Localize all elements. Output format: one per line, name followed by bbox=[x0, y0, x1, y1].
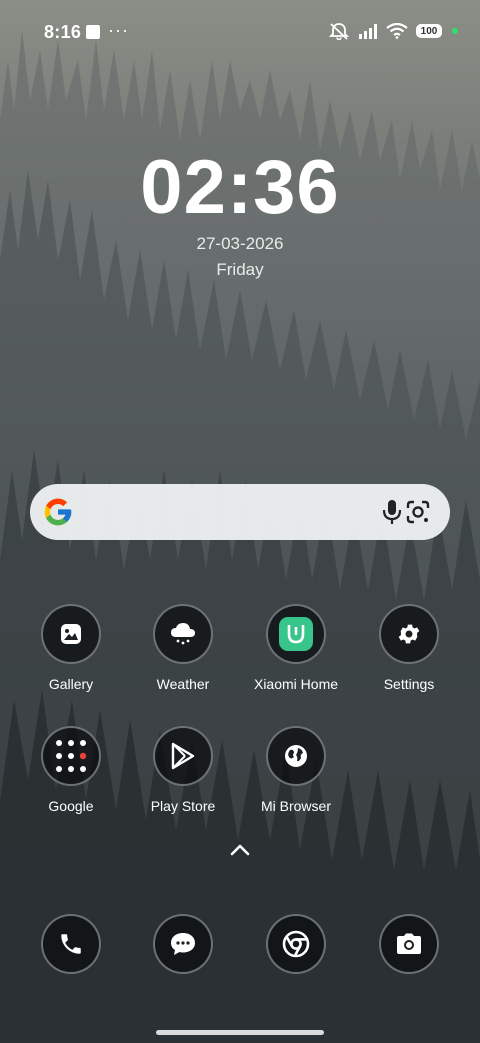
globe-icon bbox=[266, 726, 326, 786]
silent-bell-icon bbox=[328, 23, 350, 40]
status-time: 8:16 bbox=[44, 22, 82, 42]
gesture-navigation-bar[interactable] bbox=[156, 1030, 324, 1035]
status-bar: 8:16 ··· 100 bbox=[0, 0, 480, 64]
weather-icon bbox=[153, 604, 213, 664]
app-drawer-chevron-up-icon[interactable] bbox=[229, 842, 251, 858]
app-label: Settings bbox=[383, 676, 435, 692]
app-label: Mi Browser bbox=[260, 798, 331, 814]
xiaomi-home-icon bbox=[266, 604, 326, 664]
app-weather[interactable]: Weather bbox=[128, 604, 238, 692]
gear-icon bbox=[379, 604, 439, 664]
clock-widget[interactable]: 02:36 27-03-2026 Friday bbox=[0, 148, 480, 280]
app-settings[interactable]: Settings bbox=[354, 604, 464, 692]
messages-icon bbox=[153, 914, 213, 974]
dock-camera[interactable] bbox=[354, 914, 464, 974]
camera-icon bbox=[379, 914, 439, 974]
more-notifications-icon: ··· bbox=[108, 20, 129, 40]
google-folder-icon bbox=[41, 726, 101, 786]
app-mi-browser[interactable]: Mi Browser bbox=[241, 726, 351, 814]
app-label: Google bbox=[48, 798, 94, 814]
app-label: Gallery bbox=[48, 676, 94, 692]
clock-date: 27-03-2026 bbox=[196, 234, 284, 253]
phone-icon bbox=[41, 914, 101, 974]
status-icons: 100 bbox=[328, 22, 458, 40]
chrome-icon bbox=[266, 914, 326, 974]
app-label: Play Store bbox=[150, 798, 216, 814]
dock-phone[interactable] bbox=[16, 914, 126, 974]
notification-square-icon bbox=[86, 25, 100, 39]
privacy-indicator-dot bbox=[452, 28, 458, 34]
app-label: Xiaomi Home bbox=[253, 676, 339, 692]
gallery-icon bbox=[41, 604, 101, 664]
play-store-icon bbox=[153, 726, 213, 786]
app-label: Weather bbox=[156, 676, 210, 692]
dock-messages[interactable] bbox=[128, 914, 238, 974]
wifi-icon bbox=[386, 23, 408, 39]
battery-icon: 100 bbox=[416, 24, 442, 38]
clock-time: 02:36 bbox=[140, 145, 340, 230]
signal-icon bbox=[359, 24, 377, 39]
mic-icon[interactable] bbox=[380, 498, 404, 526]
google-search-bar[interactable] bbox=[30, 484, 450, 540]
app-xiaomi-home[interactable]: Xiaomi Home bbox=[241, 604, 351, 692]
lens-icon[interactable] bbox=[404, 498, 432, 526]
folder-google[interactable]: Google bbox=[16, 726, 126, 814]
app-play-store[interactable]: Play Store bbox=[128, 726, 238, 814]
app-gallery[interactable]: Gallery bbox=[16, 604, 126, 692]
google-g-icon bbox=[44, 498, 72, 526]
dock-chrome[interactable] bbox=[241, 914, 351, 974]
clock-day: Friday bbox=[216, 260, 264, 279]
